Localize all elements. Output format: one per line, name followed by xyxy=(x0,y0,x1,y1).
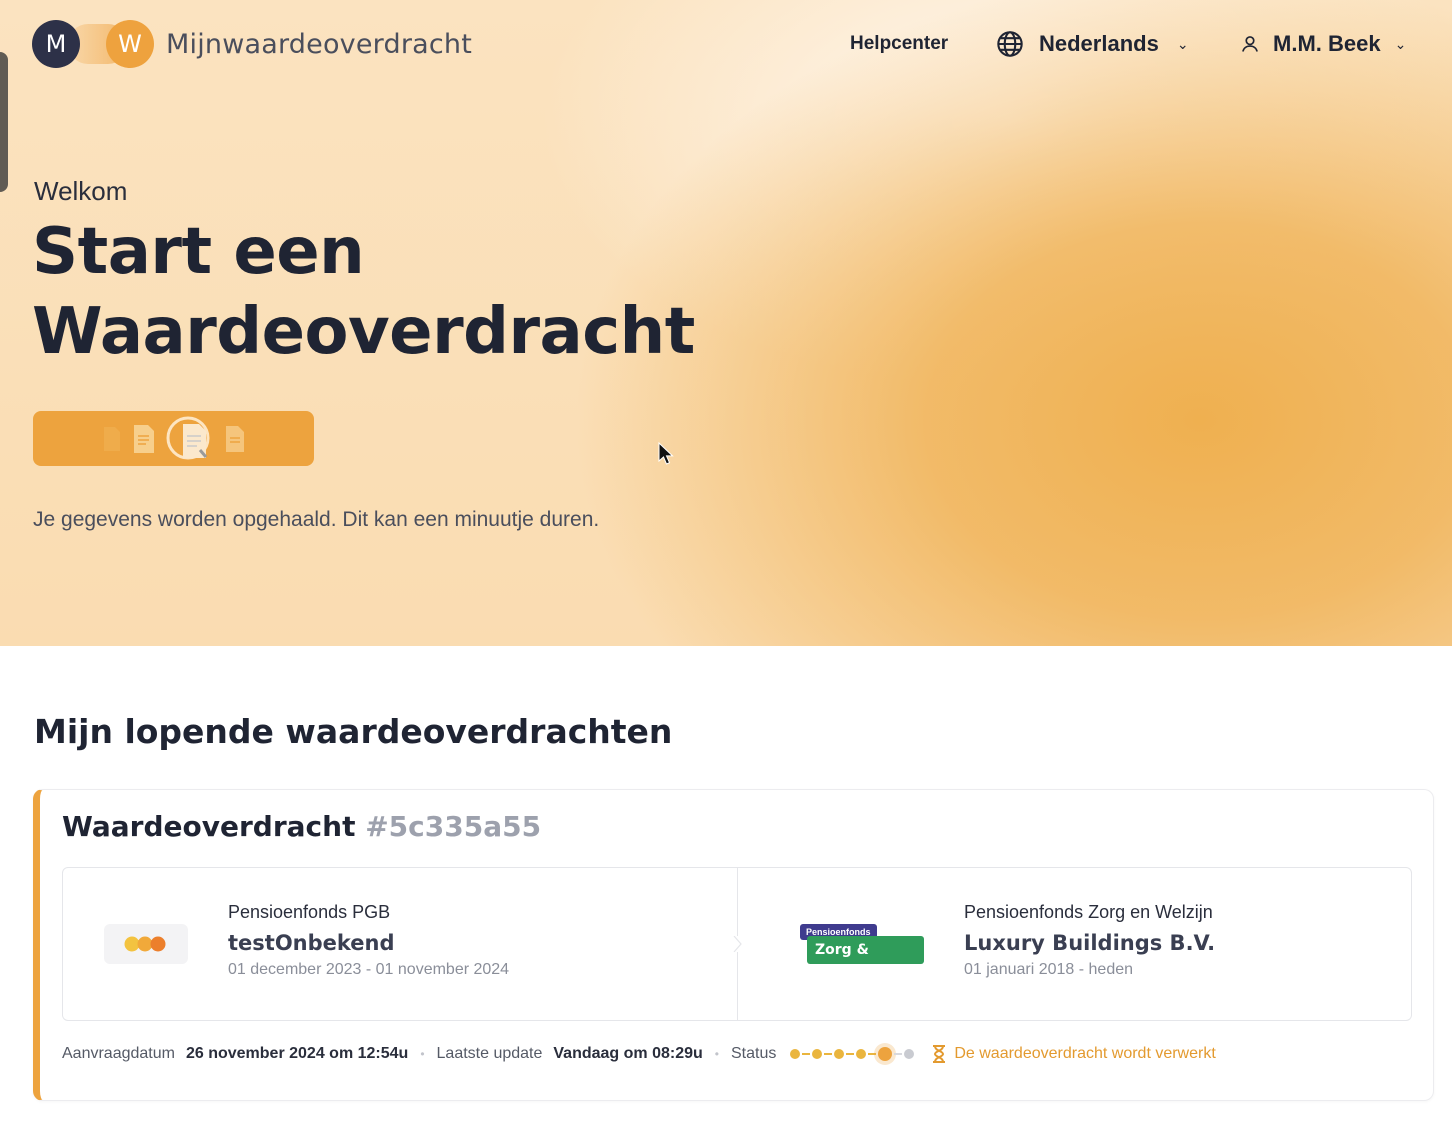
globe-icon xyxy=(997,31,1023,57)
chevron-right-icon xyxy=(733,936,742,952)
document-icon xyxy=(103,426,120,451)
status-label: Status xyxy=(730,1045,777,1062)
language-label: Nederlands xyxy=(1039,31,1159,56)
document-icon xyxy=(225,425,244,452)
transfer-id: #5c335a55 xyxy=(365,810,542,843)
last-update-label: Laatste update xyxy=(436,1045,543,1062)
request-date-label: Aanvraagdatum xyxy=(62,1045,175,1062)
side-panel-handle[interactable] xyxy=(0,52,8,192)
pgb-logo xyxy=(104,924,188,964)
target-fund: Pensioenfonds Zorg en Welzijn Luxury Bui… xyxy=(964,902,1215,979)
document-icon xyxy=(133,424,154,453)
hero-banner: M W Mijnwaardeoverdracht Helpcenter Nede… xyxy=(0,0,1452,646)
transfer-card[interactable]: Waardeoverdracht #5c335a55 Pensioenfonds… xyxy=(33,789,1434,1101)
target-period: 01 januari 2018 - heden xyxy=(964,961,1134,978)
status-progress xyxy=(790,1047,915,1061)
status-step-dot xyxy=(790,1049,801,1059)
brand-logo[interactable]: M W Mijnwaardeoverdracht xyxy=(32,20,472,68)
welcome-text: Welkom xyxy=(34,176,128,206)
status-step-connector xyxy=(846,1053,855,1055)
status-step-dot xyxy=(812,1049,823,1059)
chevron-down-icon: ⌄ xyxy=(1176,35,1189,52)
zorg-welzijn-logo-main: Zorg & Welzijn xyxy=(807,936,924,986)
target-fund-name: Pensioenfonds Zorg en Welzijn xyxy=(964,902,1213,922)
loading-message: Je gegevens worden opgehaald. Dit kan ee… xyxy=(33,508,600,531)
request-date-value: 26 november 2024 om 12:54u xyxy=(185,1045,409,1062)
status-step-dot xyxy=(856,1049,867,1059)
zorg-welzijn-logo: Pensioenfonds Zorg & Welzijn xyxy=(800,924,924,986)
source-fund-name: Pensioenfonds PGB xyxy=(228,902,391,922)
status-step-dot xyxy=(904,1049,915,1059)
page-title: Start een Waardeoverdracht xyxy=(32,215,695,369)
chevron-down-icon: ⌄ xyxy=(1394,35,1407,52)
status-step-connector xyxy=(802,1053,811,1055)
section-title: Mijn lopende waardeoverdrachten xyxy=(34,712,673,751)
status-step-dot xyxy=(878,1047,893,1061)
start-transfer-button-loading[interactable] xyxy=(33,411,314,466)
status-step-connector xyxy=(894,1053,903,1055)
hourglass-icon xyxy=(932,1045,946,1063)
transfer-title: Waardeoverdracht #5c335a55 xyxy=(62,810,541,843)
last-update-value: Vandaag om 08:29u xyxy=(553,1045,703,1062)
transfer-title-label: Waardeoverdracht xyxy=(62,810,356,843)
status-step-dot xyxy=(834,1049,845,1059)
status-step-connector xyxy=(868,1053,877,1055)
logo-mark-m: M xyxy=(32,20,80,68)
user-icon xyxy=(1242,36,1258,52)
user-menu[interactable]: M.M. Beek ⌄ xyxy=(1240,26,1406,62)
target-employer: Luxury Buildings B.V. xyxy=(964,931,1216,955)
language-selector[interactable]: Nederlands ⌄ xyxy=(996,26,1189,62)
meta-separator: • xyxy=(420,1047,425,1061)
mouse-cursor-icon xyxy=(658,442,674,465)
document-search-icon xyxy=(166,416,209,459)
transfer-meta: Aanvraagdatum 26 november 2024 om 12:54u… xyxy=(62,1043,1216,1065)
nav-helpcenter-link[interactable]: Helpcenter xyxy=(850,26,948,62)
brand-name: Mijnwaardeoverdracht xyxy=(166,28,473,60)
user-name: M.M. Beek xyxy=(1273,31,1381,56)
logo-mark-w: W xyxy=(106,20,154,68)
status-step-connector xyxy=(824,1053,833,1055)
pgb-logo-icon xyxy=(124,936,166,952)
status-text: De waardeoverdracht wordt verwerkt xyxy=(954,1045,1216,1062)
source-fund: Pensioenfonds PGB testOnbekend 01 decemb… xyxy=(228,902,509,979)
meta-separator: • xyxy=(714,1047,719,1061)
source-period: 01 december 2023 - 01 november 2024 xyxy=(228,961,510,978)
source-employer: testOnbekend xyxy=(228,931,395,955)
transfer-parties: Pensioenfonds PGB testOnbekend 01 decemb… xyxy=(62,867,1412,1021)
